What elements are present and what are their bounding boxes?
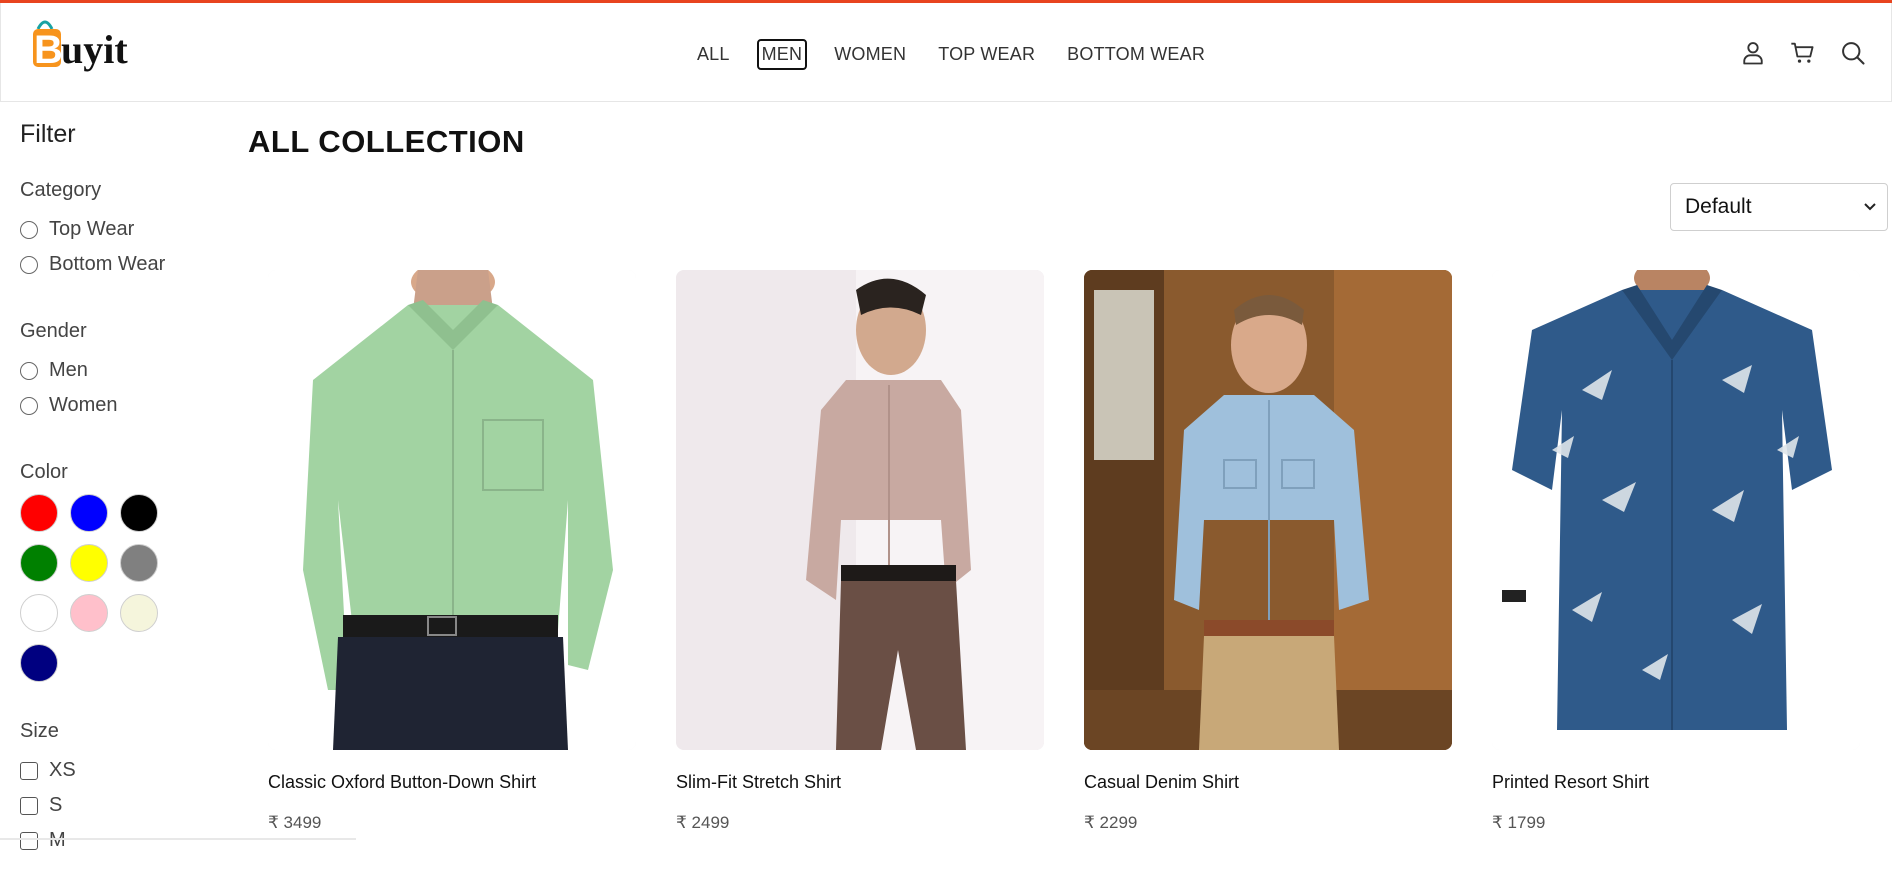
color-swatch-navy[interactable] xyxy=(20,644,58,682)
size-label: Size xyxy=(20,720,59,742)
gender-option-men[interactable]: Men xyxy=(20,353,220,388)
option-label: Men xyxy=(49,359,88,381)
nav-top-wear[interactable]: TOP WEAR xyxy=(935,41,1038,68)
product-image[interactable] xyxy=(676,270,1044,750)
color-swatch-green[interactable] xyxy=(20,544,58,582)
product-name[interactable]: Printed Resort Shirt xyxy=(1492,772,1860,793)
color-swatch-pink[interactable] xyxy=(70,594,108,632)
page-title: ALL COLLECTION xyxy=(248,124,525,159)
chevron-down-icon xyxy=(1864,203,1876,211)
nav-men[interactable]: MEN xyxy=(756,39,808,70)
product-card[interactable]: Classic Oxford Button-Down Shirt ₹ 3499 xyxy=(268,270,636,833)
checkbox[interactable] xyxy=(20,831,38,850)
radio-button[interactable] xyxy=(20,255,38,274)
category-option-top-wear[interactable]: Top Wear xyxy=(20,212,220,247)
color-swatch-red[interactable] xyxy=(20,494,58,532)
product-name[interactable]: Slim-Fit Stretch Shirt xyxy=(676,772,1044,793)
user-icon[interactable] xyxy=(1739,39,1767,67)
checkbox[interactable] xyxy=(20,761,38,780)
green-shirt-illustration xyxy=(268,270,636,750)
product-image[interactable] xyxy=(1492,270,1860,750)
gender-option-women[interactable]: Women xyxy=(20,388,220,423)
sort-dropdown[interactable]: Default xyxy=(1670,183,1888,231)
product-price: ₹ 2299 xyxy=(1084,813,1138,832)
color-filter: Color xyxy=(20,461,220,682)
option-label: S xyxy=(49,794,63,816)
slim-fit-shirt-illustration xyxy=(676,270,1044,750)
product-image[interactable] xyxy=(268,270,636,750)
color-swatch-black[interactable] xyxy=(120,494,158,532)
color-swatch-yellow[interactable] xyxy=(70,544,108,582)
product-price: ₹ 3499 xyxy=(268,813,322,832)
nav-all[interactable]: ALL xyxy=(694,41,733,68)
denim-shirt-illustration xyxy=(1084,270,1452,750)
sort-selected-value: Default xyxy=(1685,195,1752,218)
product-card[interactable]: Printed Resort Shirt ₹ 1799 xyxy=(1492,270,1860,833)
option-label: Women xyxy=(49,394,118,416)
size-option-xs[interactable]: XS xyxy=(20,753,220,788)
option-label: Top Wear xyxy=(49,218,135,240)
option-label: M xyxy=(49,829,66,851)
product-price: ₹ 1799 xyxy=(1492,813,1546,832)
product-area: ALL COLLECTION Default Classic Oxford Bu… xyxy=(248,120,1888,832)
color-swatch-gray[interactable] xyxy=(120,544,158,582)
color-swatch-beige[interactable] xyxy=(120,594,158,632)
product-price: ₹ 2499 xyxy=(676,813,730,832)
color-swatch-blue[interactable] xyxy=(70,494,108,532)
radio-button[interactable] xyxy=(20,361,38,380)
product-card[interactable]: Casual Denim Shirt ₹ 2299 xyxy=(1084,270,1452,833)
product-grid: Classic Oxford Button-Down Shirt ₹ 3499 … xyxy=(268,270,1860,833)
category-label: Category xyxy=(20,179,102,201)
category-filter: Category Top Wear Bottom Wear xyxy=(20,179,220,282)
option-label: Bottom Wear xyxy=(49,253,166,275)
gender-label: Gender xyxy=(20,320,87,342)
color-swatches xyxy=(20,494,220,682)
category-option-bottom-wear[interactable]: Bottom Wear xyxy=(20,247,220,282)
checkbox[interactable] xyxy=(20,796,38,815)
color-swatch-white[interactable] xyxy=(20,594,58,632)
nav-bottom-wear[interactable]: BOTTOM WEAR xyxy=(1064,41,1208,68)
filter-sidebar: Filter Category Top Wear Bottom Wear Gen… xyxy=(20,120,220,896)
main-nav: ALL MEN WOMEN TOP WEAR BOTTOM WEAR xyxy=(1,39,1892,70)
radio-button[interactable] xyxy=(20,396,38,415)
resort-shirt-illustration xyxy=(1492,270,1860,750)
size-option-s[interactable]: S xyxy=(20,788,220,823)
nav-women[interactable]: WOMEN xyxy=(831,41,909,68)
radio-button[interactable] xyxy=(20,220,38,239)
option-label: XS xyxy=(49,759,76,781)
site-header: B uyit ALL MEN WOMEN TOP WEAR BOTTOM WEA… xyxy=(0,3,1892,102)
product-image[interactable] xyxy=(1084,270,1452,750)
product-name[interactable]: Classic Oxford Button-Down Shirt xyxy=(268,772,636,793)
filter-title: Filter xyxy=(20,120,76,148)
cart-icon[interactable] xyxy=(1789,39,1817,67)
gender-filter: Gender Men Women xyxy=(20,320,220,423)
search-icon[interactable] xyxy=(1839,39,1867,67)
product-card[interactable]: Slim-Fit Stretch Shirt ₹ 2499 xyxy=(676,270,1044,833)
color-label: Color xyxy=(20,461,68,483)
product-name[interactable]: Casual Denim Shirt xyxy=(1084,772,1452,793)
size-option-m[interactable]: M xyxy=(20,823,220,858)
